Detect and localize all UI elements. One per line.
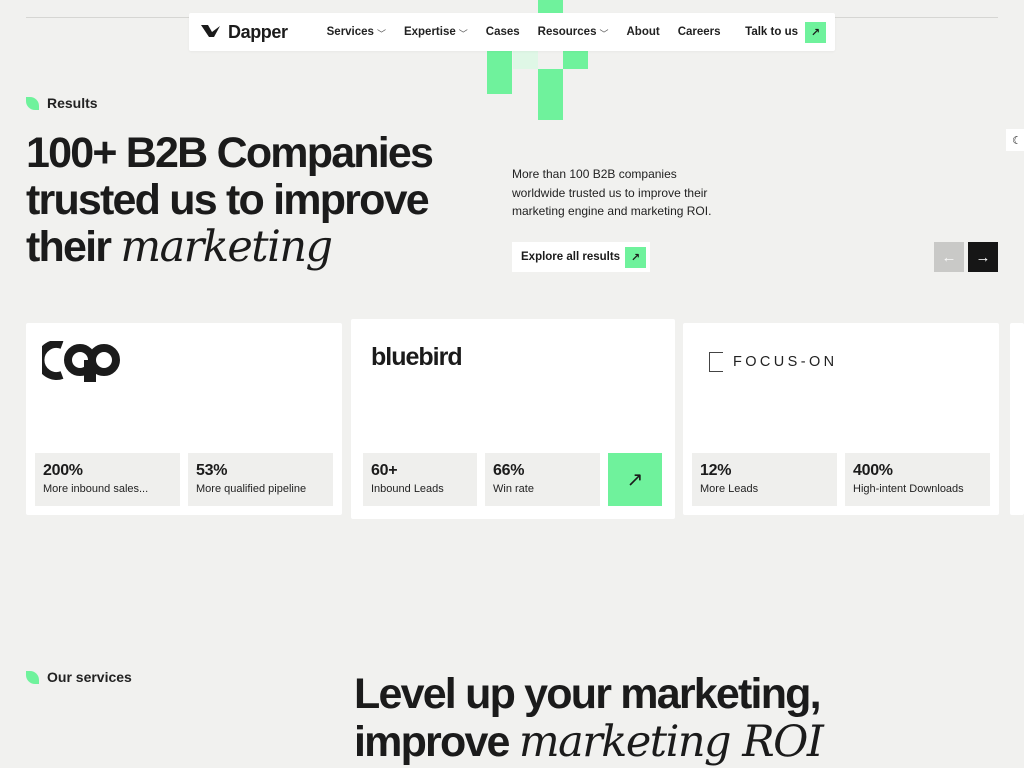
- stat-value: 400%: [853, 462, 893, 479]
- services-title-emphasis: marketing ROI: [518, 717, 824, 767]
- stat-label: More Leads: [700, 483, 759, 495]
- results-eyebrow-label: Results: [47, 95, 98, 111]
- services-eyebrow: Our services: [26, 669, 132, 685]
- results-title: 100+ B2B Companies trusted us to improve…: [26, 130, 496, 271]
- bluebird-logo: bluebird: [371, 343, 463, 371]
- arrow-left-icon: ←: [941, 248, 957, 266]
- view-case-button[interactable]: ↗: [608, 453, 662, 506]
- results-title-line3: their: [26, 223, 121, 271]
- nav-item-careers[interactable]: Careers: [678, 26, 721, 38]
- results-eyebrow: Results: [26, 95, 98, 111]
- brand-logo[interactable]: Dapper: [200, 22, 288, 43]
- slider-next-button[interactable]: →: [968, 242, 998, 272]
- nav-item-label: Expertise: [403, 26, 456, 38]
- stat-label: More inbound sales...: [43, 483, 149, 495]
- stat-value: 12%: [700, 462, 732, 479]
- stat-value: 66%: [493, 462, 525, 479]
- talk-to-us-button[interactable]: Talk to us ↗: [745, 21, 826, 43]
- case-card-bluebird[interactable]: bluebird 60+ Inbound Leads 66% Win rate …: [351, 319, 675, 519]
- services-eyebrow-label: Our services: [47, 669, 132, 685]
- arrow-up-right-icon: ↗: [625, 246, 646, 268]
- chevron-down-icon: ﹀: [376, 28, 386, 39]
- stat-block: 200% More inbound sales...: [35, 453, 180, 506]
- stat-block: 60+ Inbound Leads: [363, 453, 477, 506]
- nav-item-cases[interactable]: Cases: [486, 26, 520, 38]
- nav-item-label: Cases: [485, 26, 520, 38]
- explore-all-results-label: Explore all results: [521, 251, 621, 263]
- results-title-line1: 100+ B2B Companies: [26, 129, 434, 177]
- moon-icon: ☾: [1012, 134, 1022, 147]
- services-title: Level up your marketing, improve marketi…: [354, 670, 914, 766]
- services-title-line1: Level up your marketing,: [354, 670, 822, 718]
- nav-item-expertise[interactable]: Expertise ﹀: [404, 26, 468, 39]
- nav-item-label: Careers: [677, 26, 721, 38]
- case-card-focus-on[interactable]: FOCUS-ON 12% More Leads 400% High-intent…: [683, 323, 999, 515]
- nav-menu: Services ﹀ Expertise ﹀ Cases Resources ﹀…: [327, 26, 739, 39]
- case-card-cqp[interactable]: 200% More inbound sales... 53% More qual…: [26, 323, 342, 515]
- nav-item-label: Services: [326, 26, 374, 38]
- stat-block: 400% High-intent Downloads: [845, 453, 990, 506]
- main-navbar: Dapper Services ﹀ Expertise ﹀ Cases Reso…: [189, 13, 835, 51]
- theme-toggle-button[interactable]: ☾: [1006, 129, 1024, 151]
- results-title-emphasis: marketing: [120, 222, 333, 272]
- stat-block: 53% More qualified pipeline: [188, 453, 333, 506]
- focus-on-mark-icon: [709, 352, 723, 372]
- stat-label: High-intent Downloads: [853, 483, 964, 495]
- nav-item-label: Resources: [537, 26, 597, 38]
- arrow-right-icon: →: [975, 248, 991, 266]
- chevron-down-icon: ﹀: [458, 28, 468, 39]
- stat-block: 12% More Leads: [692, 453, 837, 506]
- stat-value: 53%: [196, 462, 228, 479]
- nav-item-about[interactable]: About: [626, 26, 659, 38]
- stat-label: Inbound Leads: [371, 483, 444, 495]
- focus-on-logo: FOCUS-ON: [709, 352, 838, 372]
- cqp-logo: [42, 341, 120, 382]
- arrow-up-right-icon: ↗: [626, 469, 644, 491]
- nav-item-label: About: [626, 26, 660, 38]
- stat-block: 66% Win rate: [485, 453, 600, 506]
- explore-all-results-button[interactable]: Explore all results ↗: [512, 242, 650, 272]
- nav-item-services[interactable]: Services ﹀: [327, 26, 386, 39]
- stat-label: More qualified pipeline: [196, 483, 307, 495]
- leaf-icon: [26, 96, 39, 110]
- nav-item-resources[interactable]: Resources ﹀: [538, 26, 609, 39]
- results-title-line2: trusted us to improve: [26, 176, 430, 224]
- leaf-icon: [26, 670, 39, 684]
- stat-label: Win rate: [493, 483, 534, 495]
- arrow-up-right-icon: ↗: [805, 21, 826, 43]
- case-card-partial[interactable]: [1010, 323, 1024, 515]
- focus-on-wordmark: FOCUS-ON: [733, 354, 838, 370]
- talk-to-us-label: Talk to us: [745, 26, 798, 38]
- stat-value: 60+: [371, 462, 398, 479]
- stat-value: 200%: [43, 462, 83, 479]
- brand-name: Dapper: [228, 21, 288, 42]
- dapper-logo-icon: [201, 25, 220, 37]
- results-description: More than 100 B2B companies worldwide tr…: [512, 167, 712, 218]
- services-title-line2: improve: [354, 718, 519, 766]
- chevron-down-icon: ﹀: [599, 28, 609, 39]
- slider-prev-button[interactable]: ←: [934, 242, 964, 272]
